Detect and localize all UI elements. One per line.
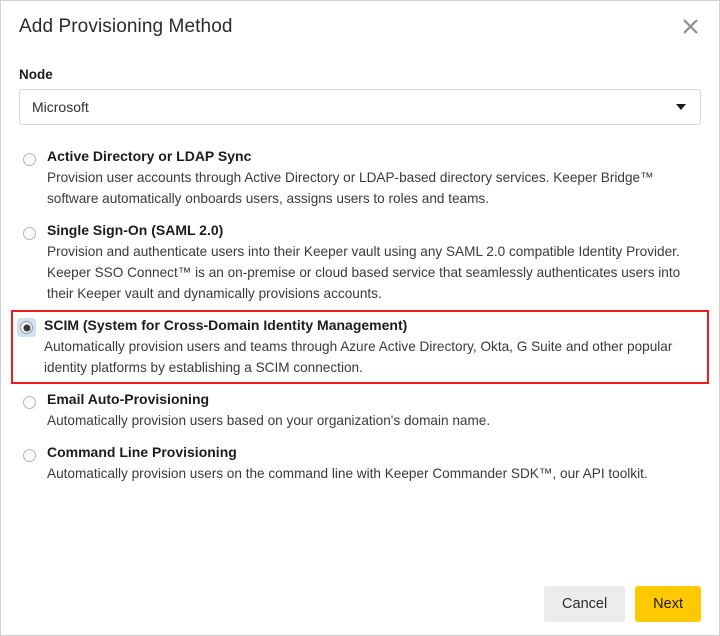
option-email-auto-provisioning[interactable]: Email Auto-Provisioning Automatically pro… <box>13 384 707 437</box>
node-label: Node <box>19 67 53 82</box>
radio-command-line-provisioning[interactable] <box>19 445 39 465</box>
option-command-line-provisioning[interactable]: Command Line Provisioning Automatically p… <box>13 437 707 490</box>
node-select-value: Microsoft <box>32 99 89 115</box>
cancel-button[interactable]: Cancel <box>544 586 626 622</box>
node-select[interactable]: Microsoft <box>19 89 701 125</box>
option-scim[interactable]: SCIM (System for Cross-Domain Identity M… <box>11 310 709 384</box>
option-body: Email Auto-Provisioning Automatically pro… <box>47 390 701 431</box>
chevron-down-icon <box>676 104 686 110</box>
option-title: SCIM (System for Cross-Domain Identity M… <box>44 317 408 333</box>
close-icon[interactable] <box>675 11 705 41</box>
option-single-sign-on-saml[interactable]: Single Sign-On (SAML 2.0) Provision and a… <box>13 215 707 310</box>
dialog-header: Add Provisioning Method <box>1 1 719 53</box>
option-body: Single Sign-On (SAML 2.0) Provision and a… <box>47 221 701 304</box>
radio-email-auto-provisioning[interactable] <box>19 392 39 412</box>
option-title: Single Sign-On (SAML 2.0) <box>47 222 224 238</box>
radio-active-directory-ldap-sync[interactable] <box>19 149 39 169</box>
option-description: Provision and authenticate users into th… <box>47 244 681 301</box>
option-description: Automatically provision users and teams … <box>44 339 673 375</box>
radio-icon <box>20 321 33 334</box>
option-active-directory-ldap-sync[interactable]: Active Directory or LDAP Sync Provision u… <box>13 141 707 215</box>
option-title: Email Auto-Provisioning <box>47 391 210 407</box>
option-description: Automatically provision users on the com… <box>47 466 648 481</box>
option-description: Provision user accounts through Active D… <box>47 170 654 206</box>
radio-single-sign-on-saml[interactable] <box>19 223 39 243</box>
option-body: SCIM (System for Cross-Domain Identity M… <box>44 316 703 378</box>
radio-icon <box>22 226 36 240</box>
radio-scim[interactable] <box>17 318 36 337</box>
radio-icon <box>22 152 36 166</box>
option-body: Command Line Provisioning Automatically p… <box>47 443 701 484</box>
radio-icon <box>22 448 36 462</box>
radio-icon <box>22 395 36 409</box>
option-title: Command Line Provisioning <box>47 444 237 460</box>
provisioning-method-options: Active Directory or LDAP Sync Provision u… <box>1 125 719 490</box>
add-provisioning-method-dialog: Add Provisioning Method Node Microsoft A… <box>0 0 720 636</box>
next-button[interactable]: Next <box>635 586 701 622</box>
option-description: Automatically provision users based on y… <box>47 413 491 428</box>
option-body: Active Directory or LDAP Sync Provision u… <box>47 147 701 209</box>
dialog-footer: Cancel Next <box>1 573 719 635</box>
node-field: Node Microsoft <box>1 53 719 125</box>
page-title: Add Provisioning Method <box>19 16 233 37</box>
option-title: Active Directory or LDAP Sync <box>47 148 252 164</box>
